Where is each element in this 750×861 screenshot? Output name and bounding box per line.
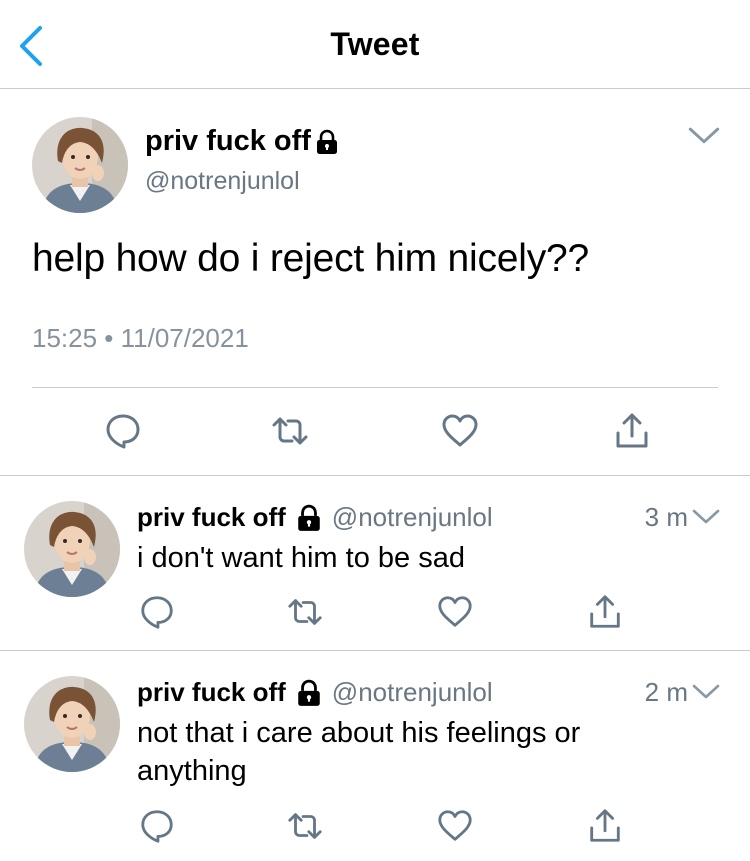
- comment-icon: [138, 593, 176, 631]
- avatar[interactable]: [24, 676, 120, 772]
- reply-button[interactable]: [138, 593, 176, 631]
- comment-icon: [138, 807, 176, 845]
- top-nav-bar: Tweet: [0, 0, 750, 89]
- share-button[interactable]: [586, 593, 624, 631]
- reply-time: 3 m: [644, 502, 688, 532]
- reply-tweet[interactable]: priv fuck off @notrenjunlol 3 m i don't …: [0, 476, 750, 651]
- display-name-text: priv fuck off: [145, 125, 311, 157]
- reply-button[interactable]: [138, 807, 176, 845]
- display-name[interactable]: priv fuck off: [145, 125, 339, 158]
- like-button[interactable]: [436, 593, 474, 631]
- tweet-text: i don't want him to be sad: [137, 542, 465, 574]
- tweet-timestamp: 15:25 • 11/07/2021: [32, 323, 249, 353]
- like-button[interactable]: [436, 807, 474, 845]
- tweet-text: help how do i reject him nicely??: [32, 237, 590, 280]
- tweet-text: not that i care about his feelings or an…: [137, 717, 581, 787]
- retweet-icon: [286, 807, 324, 845]
- user-handle[interactable]: @notrenjunlol: [145, 167, 300, 196]
- page-title: Tweet: [330, 26, 420, 62]
- reply-time: 2 m: [644, 677, 688, 707]
- user-handle[interactable]: @notrenjunlol: [332, 677, 493, 708]
- chevron-down-icon: [692, 683, 720, 701]
- heart-icon: [440, 411, 480, 451]
- share-button[interactable]: [586, 807, 624, 845]
- tweet-options-button[interactable]: [692, 508, 720, 526]
- retweet-button[interactable]: [270, 411, 310, 451]
- reply-header: priv fuck off @notrenjunlol: [137, 502, 493, 533]
- divider: [32, 387, 718, 388]
- retweet-icon: [286, 593, 324, 631]
- user-handle[interactable]: @notrenjunlol: [332, 502, 493, 533]
- lock-icon: [296, 679, 322, 707]
- avatar[interactable]: [32, 117, 128, 213]
- heart-icon: [436, 807, 474, 845]
- share-button[interactable]: [612, 411, 652, 451]
- share-icon: [586, 807, 624, 845]
- reply-header: priv fuck off @notrenjunlol: [137, 677, 493, 708]
- main-tweet: priv fuck off @notrenjunlol help how do …: [0, 89, 750, 476]
- chevron-down-icon: [692, 508, 720, 526]
- comment-icon: [103, 411, 143, 451]
- chevron-down-icon: [688, 125, 720, 147]
- lock-icon: [315, 129, 339, 155]
- display-name[interactable]: priv fuck off: [137, 677, 286, 708]
- avatar[interactable]: [24, 501, 120, 597]
- retweet-button[interactable]: [286, 807, 324, 845]
- tweet-options-button[interactable]: [692, 683, 720, 701]
- share-icon: [612, 411, 652, 451]
- like-button[interactable]: [440, 411, 480, 451]
- retweet-button[interactable]: [286, 593, 324, 631]
- retweet-icon: [270, 411, 310, 451]
- reply-button[interactable]: [103, 411, 143, 451]
- tweet-options-button[interactable]: [688, 125, 720, 147]
- lock-icon: [296, 504, 322, 532]
- display-name[interactable]: priv fuck off: [137, 502, 286, 533]
- reply-tweet[interactable]: priv fuck off @notrenjunlol 2 m not that…: [0, 651, 750, 861]
- heart-icon: [436, 593, 474, 631]
- share-icon: [586, 593, 624, 631]
